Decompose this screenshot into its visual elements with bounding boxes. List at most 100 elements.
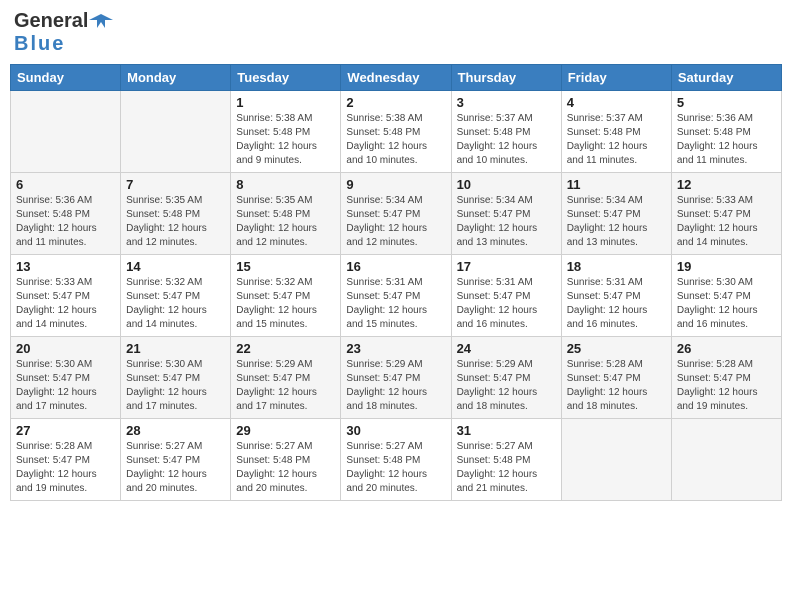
col-header-monday: Monday: [121, 65, 231, 91]
calendar-cell: 9Sunrise: 5:34 AMSunset: 5:47 PMDaylight…: [341, 173, 451, 255]
calendar-cell: [121, 91, 231, 173]
day-number: 27: [16, 423, 115, 438]
day-info: Sunrise: 5:31 AMSunset: 5:47 PMDaylight:…: [567, 276, 666, 332]
day-info: Sunrise: 5:36 AMSunset: 5:48 PMDaylight:…: [16, 194, 115, 250]
day-info: Sunrise: 5:33 AMSunset: 5:47 PMDaylight:…: [677, 194, 776, 250]
day-number: 1: [236, 95, 335, 110]
day-info: Sunrise: 5:34 AMSunset: 5:47 PMDaylight:…: [346, 194, 445, 250]
col-header-thursday: Thursday: [451, 65, 561, 91]
day-info: Sunrise: 5:35 AMSunset: 5:48 PMDaylight:…: [236, 194, 335, 250]
day-number: 26: [677, 341, 776, 356]
day-number: 29: [236, 423, 335, 438]
calendar-cell: 10Sunrise: 5:34 AMSunset: 5:47 PMDayligh…: [451, 173, 561, 255]
day-number: 30: [346, 423, 445, 438]
day-number: 13: [16, 259, 115, 274]
calendar-cell: 21 Sunrise: 5:30 AMSunset: 5:47 PMDayligh…: [121, 337, 231, 419]
day-info: Sunrise: 5:31 AMSunset: 5:47 PMDaylight:…: [457, 276, 556, 332]
day-number: 12: [677, 177, 776, 192]
calendar-cell: 26 Sunrise: 5:28 AMSunset: 5:47 PMDayligh…: [671, 337, 781, 419]
calendar-cell: 29 Sunrise: 5:27 AMSunset: 5:48 PMDayligh…: [231, 419, 341, 501]
day-info: Sunrise: 5:27 AMSunset: 5:48 PMDaylight:…: [457, 440, 556, 496]
day-number: 4: [567, 95, 666, 110]
logo: General Blue: [14, 10, 114, 56]
calendar-cell: 24 Sunrise: 5:29 AMSunset: 5:47 PMDayligh…: [451, 337, 561, 419]
logo-general-text: General: [14, 10, 88, 33]
calendar-cell: 6 Sunrise: 5:36 AMSunset: 5:48 PMDaylight…: [11, 173, 121, 255]
day-number: 21: [126, 341, 225, 356]
day-info: Sunrise: 5:28 AMSunset: 5:47 PMDaylight:…: [677, 358, 776, 414]
calendar-cell: 4Sunrise: 5:37 AMSunset: 5:48 PMDaylight…: [561, 91, 671, 173]
day-info: Sunrise: 5:28 AMSunset: 5:47 PMDaylight:…: [567, 358, 666, 414]
calendar-week-row: 27 Sunrise: 5:28 AMSunset: 5:47 PMDayligh…: [11, 419, 782, 501]
calendar-cell: 12 Sunrise: 5:33 AMSunset: 5:47 PMDayligh…: [671, 173, 781, 255]
day-number: 14: [126, 259, 225, 274]
day-info: Sunrise: 5:36 AMSunset: 5:48 PMDaylight:…: [677, 112, 776, 168]
calendar-table: SundayMondayTuesdayWednesdayThursdayFrid…: [10, 64, 782, 501]
col-header-tuesday: Tuesday: [231, 65, 341, 91]
calendar-cell: 19 Sunrise: 5:30 AMSunset: 5:47 PMDayligh…: [671, 255, 781, 337]
calendar-cell: 13 Sunrise: 5:33 AMSunset: 5:47 PMDayligh…: [11, 255, 121, 337]
calendar-cell: 27 Sunrise: 5:28 AMSunset: 5:47 PMDayligh…: [11, 419, 121, 501]
calendar-cell: 17 Sunrise: 5:31 AMSunset: 5:47 PMDayligh…: [451, 255, 561, 337]
day-info: Sunrise: 5:34 AMSunset: 5:47 PMDaylight:…: [567, 194, 666, 250]
day-info: Sunrise: 5:37 AMSunset: 5:48 PMDaylight:…: [457, 112, 556, 168]
calendar-cell: 14 Sunrise: 5:32 AMSunset: 5:47 PMDayligh…: [121, 255, 231, 337]
page-header: General Blue: [10, 10, 782, 56]
day-info: Sunrise: 5:34 AMSunset: 5:47 PMDaylight:…: [457, 194, 556, 250]
day-number: 23: [346, 341, 445, 356]
calendar-cell: 30 Sunrise: 5:27 AMSunset: 5:48 PMDayligh…: [341, 419, 451, 501]
day-number: 20: [16, 341, 115, 356]
day-info: Sunrise: 5:31 AMSunset: 5:47 PMDaylight:…: [346, 276, 445, 332]
day-number: 5: [677, 95, 776, 110]
day-info: Sunrise: 5:29 AMSunset: 5:47 PMDaylight:…: [457, 358, 556, 414]
day-info: Sunrise: 5:29 AMSunset: 5:47 PMDaylight:…: [346, 358, 445, 414]
day-info: Sunrise: 5:30 AMSunset: 5:47 PMDaylight:…: [126, 358, 225, 414]
day-number: 24: [457, 341, 556, 356]
col-header-saturday: Saturday: [671, 65, 781, 91]
day-number: 2: [346, 95, 445, 110]
day-number: 25: [567, 341, 666, 356]
col-header-friday: Friday: [561, 65, 671, 91]
col-header-wednesday: Wednesday: [341, 65, 451, 91]
day-info: Sunrise: 5:32 AMSunset: 5:47 PMDaylight:…: [126, 276, 225, 332]
day-number: 3: [457, 95, 556, 110]
day-number: 22: [236, 341, 335, 356]
day-number: 31: [457, 423, 556, 438]
day-info: Sunrise: 5:27 AMSunset: 5:47 PMDaylight:…: [126, 440, 225, 496]
day-number: 17: [457, 259, 556, 274]
calendar-cell: 15 Sunrise: 5:32 AMSunset: 5:47 PMDayligh…: [231, 255, 341, 337]
day-info: Sunrise: 5:27 AMSunset: 5:48 PMDaylight:…: [236, 440, 335, 496]
day-info: Sunrise: 5:38 AMSunset: 5:48 PMDaylight:…: [346, 112, 445, 168]
calendar-cell: 2 Sunrise: 5:38 AMSunset: 5:48 PMDaylight…: [341, 91, 451, 173]
day-info: Sunrise: 5:32 AMSunset: 5:47 PMDaylight:…: [236, 276, 335, 332]
logo-bird-icon: [89, 12, 113, 32]
day-info: Sunrise: 5:35 AMSunset: 5:48 PMDaylight:…: [126, 194, 225, 250]
calendar-cell: 20 Sunrise: 5:30 AMSunset: 5:47 PMDayligh…: [11, 337, 121, 419]
day-info: Sunrise: 5:30 AMSunset: 5:47 PMDaylight:…: [16, 358, 115, 414]
calendar-cell: [561, 419, 671, 501]
calendar-week-row: 20 Sunrise: 5:30 AMSunset: 5:47 PMDayligh…: [11, 337, 782, 419]
day-number: 11: [567, 177, 666, 192]
calendar-cell: 1 Sunrise: 5:38 AMSunset: 5:48 PMDaylight…: [231, 91, 341, 173]
calendar-cell: 22 Sunrise: 5:29 AMSunset: 5:47 PMDayligh…: [231, 337, 341, 419]
day-number: 6: [16, 177, 115, 192]
logo-blue-text: Blue: [14, 33, 65, 55]
day-info: Sunrise: 5:38 AMSunset: 5:48 PMDaylight:…: [236, 112, 335, 168]
day-number: 16: [346, 259, 445, 274]
col-header-sunday: Sunday: [11, 65, 121, 91]
day-info: Sunrise: 5:28 AMSunset: 5:47 PMDaylight:…: [16, 440, 115, 496]
day-number: 18: [567, 259, 666, 274]
calendar-week-row: 13 Sunrise: 5:33 AMSunset: 5:47 PMDayligh…: [11, 255, 782, 337]
day-number: 15: [236, 259, 335, 274]
calendar-week-row: 1 Sunrise: 5:38 AMSunset: 5:48 PMDaylight…: [11, 91, 782, 173]
calendar-week-row: 6 Sunrise: 5:36 AMSunset: 5:48 PMDaylight…: [11, 173, 782, 255]
calendar-cell: 8Sunrise: 5:35 AMSunset: 5:48 PMDaylight…: [231, 173, 341, 255]
calendar-cell: [671, 419, 781, 501]
day-info: Sunrise: 5:33 AMSunset: 5:47 PMDaylight:…: [16, 276, 115, 332]
day-number: 19: [677, 259, 776, 274]
calendar-cell: 28Sunrise: 5:27 AMSunset: 5:47 PMDayligh…: [121, 419, 231, 501]
day-info: Sunrise: 5:27 AMSunset: 5:48 PMDaylight:…: [346, 440, 445, 496]
calendar-cell: [11, 91, 121, 173]
day-info: Sunrise: 5:29 AMSunset: 5:47 PMDaylight:…: [236, 358, 335, 414]
day-info: Sunrise: 5:30 AMSunset: 5:47 PMDaylight:…: [677, 276, 776, 332]
